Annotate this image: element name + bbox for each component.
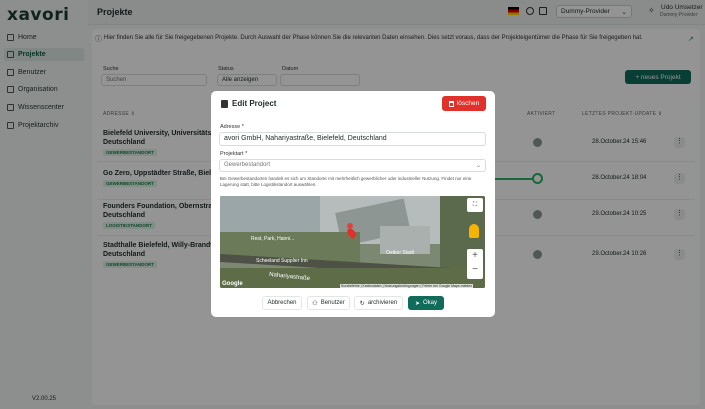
users-icon: ⚇: [312, 300, 318, 307]
archive-icon: ↻: [359, 300, 365, 307]
google-logo: Google: [222, 281, 243, 287]
map-store-label: Scheeland Supplier Inn: [256, 258, 308, 264]
archive-button-label: archivieren: [367, 300, 398, 306]
map-street-label: Rest, Park, Hanni...: [251, 236, 295, 242]
project-type-value: Gewerbestandort: [224, 162, 271, 168]
modal-title-text: Edit Project: [232, 99, 277, 108]
project-type-hint: Bei Gewerbestandorten handelt es sich um…: [220, 176, 472, 187]
satellite-map[interactable]: [220, 196, 485, 288]
project-type-select[interactable]: Gewerbestandort ⌄: [219, 159, 486, 172]
map-poi-label: Oetker Stadt: [386, 250, 415, 256]
street-view-icon[interactable]: [469, 224, 479, 238]
okay-button[interactable]: ➤ Okay: [408, 296, 444, 310]
okay-button-label: Okay: [423, 300, 438, 306]
building-icon: [221, 99, 228, 108]
users-button[interactable]: ⚇ Benutzer: [307, 296, 350, 310]
archive-button[interactable]: ↻ archivieren: [354, 296, 403, 310]
map-attribution[interactable]: Kurzbefehle | Kartendaten | Nutzungsbedi…: [340, 284, 474, 288]
delete-label: löschen: [456, 100, 480, 107]
cancel-button[interactable]: Abbrechen: [262, 296, 302, 310]
modal-title: Edit Project: [221, 99, 276, 108]
fullscreen-icon[interactable]: ⛶: [467, 198, 483, 212]
project-type-label: Projektart *: [220, 151, 248, 157]
delete-button[interactable]: löschen: [442, 96, 486, 111]
users-button-label: Benutzer: [320, 300, 345, 306]
chevron-down-icon: ⌄: [475, 163, 481, 169]
zoom-controls[interactable]: + −: [467, 249, 483, 279]
trash-icon: [448, 100, 454, 107]
address-input[interactable]: avori GmbH, Nahariyastraße, Bielefeld, D…: [219, 132, 486, 146]
map-imagery: [220, 196, 485, 288]
address-label: Adresse *: [220, 124, 244, 130]
send-icon: ➤: [414, 300, 420, 307]
